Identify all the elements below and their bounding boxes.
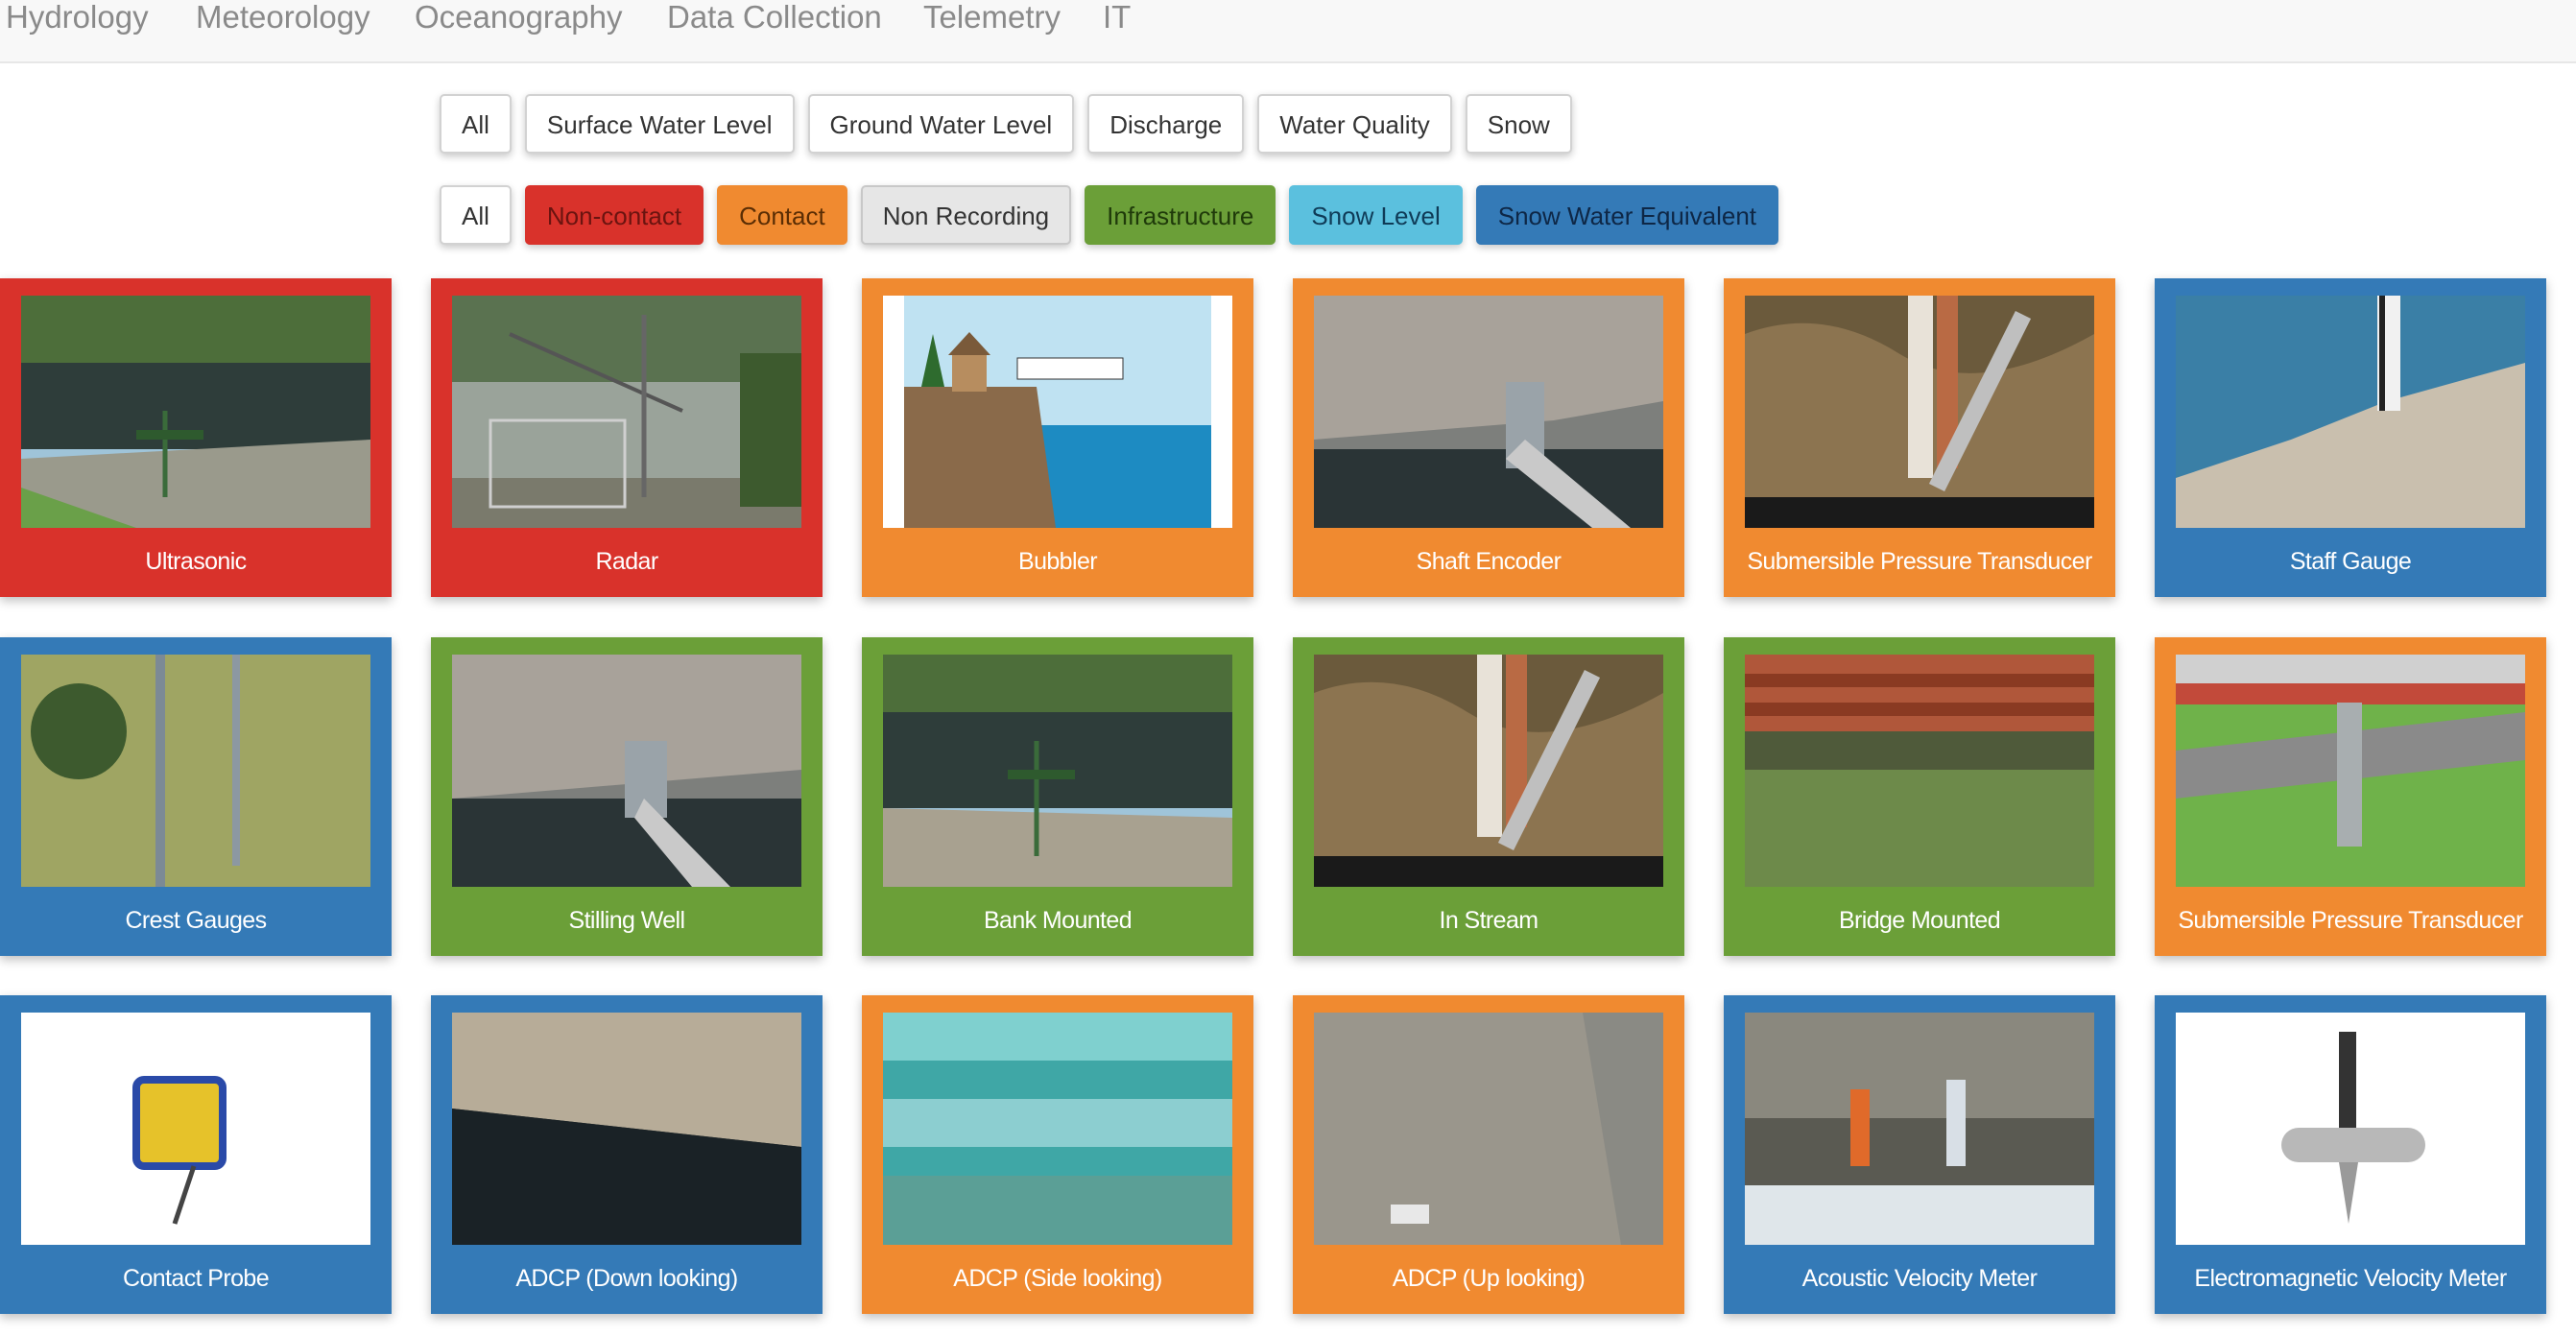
type-filter-group: All Non-contact Contact Non Recording In… xyxy=(440,185,1779,245)
tile-stilling-well[interactable]: Stilling Well xyxy=(431,637,823,956)
bridge-mounted-photo xyxy=(1745,655,2094,887)
tile-shaft-encoder[interactable]: Shaft Encoder xyxy=(1293,278,1684,597)
in-stream-photo xyxy=(1314,655,1663,887)
nav-hydrology[interactable]: Hydrology xyxy=(6,0,149,36)
top-navbar: Hydrology Meteorology Oceanography Data … xyxy=(0,0,2576,63)
tile-label: Staff Gauge xyxy=(2289,548,2412,575)
filter-non-contact[interactable]: Non-contact xyxy=(524,185,704,245)
filter-all-types[interactable]: All xyxy=(440,185,512,245)
filter-surface-water-level[interactable]: Surface Water Level xyxy=(524,94,795,154)
tile-label: Bank Mounted xyxy=(983,907,1133,934)
bank-mounted-photo xyxy=(883,655,1232,887)
filter-non-recording[interactable]: Non Recording xyxy=(860,185,1072,245)
filter-snow-level[interactable]: Snow Level xyxy=(1289,185,1463,245)
nav-it[interactable]: IT xyxy=(1103,0,1131,36)
bubbler-diagram xyxy=(883,296,1232,528)
tile-submersible-pressure-transducer-2[interactable]: Submersible Pressure Transducer xyxy=(2155,637,2546,956)
tile-adcp-down-looking[interactable]: ADCP (Down looking) xyxy=(431,995,823,1314)
tile-adcp-up-looking[interactable]: ADCP (Up looking) xyxy=(1293,995,1684,1314)
tile-bridge-mounted[interactable]: Bridge Mounted xyxy=(1724,637,2115,956)
tile-label: In Stream xyxy=(1439,907,1539,934)
tile-label: Crest Gauges xyxy=(125,907,267,934)
tile-label: ADCP (Side looking) xyxy=(953,1265,1162,1292)
nav-data-collection[interactable]: Data Collection xyxy=(667,0,882,36)
tile-label: Radar xyxy=(595,548,658,575)
tile-ultrasonic[interactable]: Ultrasonic xyxy=(0,278,392,597)
tile-in-stream[interactable]: In Stream xyxy=(1293,637,1684,956)
staff-gauge-photo xyxy=(2176,296,2525,528)
measurement-filter-group: All Surface Water Level Ground Water Lev… xyxy=(440,94,1572,154)
pressure-transducer-photo xyxy=(2176,655,2525,887)
tile-adcp-side-looking[interactable]: ADCP (Side looking) xyxy=(862,995,1253,1314)
tile-label: ADCP (Down looking) xyxy=(515,1265,738,1292)
adcp-down-photo xyxy=(452,1013,801,1245)
contact-probe-photo xyxy=(21,1013,370,1245)
adcp-side-illustration xyxy=(883,1013,1232,1245)
adcp-up-photo xyxy=(1314,1013,1663,1245)
tile-label: Bridge Mounted xyxy=(1838,907,2001,934)
tile-label: Submersible Pressure Transducer xyxy=(2178,907,2523,934)
tile-label: Bubbler xyxy=(1018,548,1098,575)
filter-discharge[interactable]: Discharge xyxy=(1087,94,1245,154)
tile-staff-gauge[interactable]: Staff Gauge xyxy=(2155,278,2546,597)
nav-telemetry[interactable]: Telemetry xyxy=(923,0,1061,36)
filter-snow-water-equivalent[interactable]: Snow Water Equivalent xyxy=(1475,185,1779,245)
shaft-encoder-photo xyxy=(1314,296,1663,528)
tile-bubbler[interactable]: Bubbler xyxy=(862,278,1253,597)
crest-gauge-photo xyxy=(21,655,370,887)
tile-bank-mounted[interactable]: Bank Mounted xyxy=(862,637,1253,956)
tile-label: Shaft Encoder xyxy=(1416,548,1562,575)
radar-photo xyxy=(452,296,801,528)
tile-label: Ultrasonic xyxy=(145,548,247,575)
filter-water-quality[interactable]: Water Quality xyxy=(1257,94,1452,154)
tile-submersible-pressure-transducer-1[interactable]: Submersible Pressure Transducer xyxy=(1724,278,2115,597)
tile-crest-gauges[interactable]: Crest Gauges xyxy=(0,637,392,956)
tile-label: Electromagnetic Velocity Meter xyxy=(2194,1265,2507,1292)
tile-electromagnetic-velocity-meter[interactable]: Electromagnetic Velocity Meter xyxy=(2155,995,2546,1314)
filter-contact[interactable]: Contact xyxy=(717,185,847,245)
filter-ground-water-level[interactable]: Ground Water Level xyxy=(807,94,1075,154)
nav-meteorology[interactable]: Meteorology xyxy=(196,0,370,36)
nav-oceanography[interactable]: Oceanography xyxy=(415,0,622,36)
em-velocity-photo xyxy=(2176,1013,2525,1245)
tile-radar[interactable]: Radar xyxy=(431,278,823,597)
tile-label: Acoustic Velocity Meter xyxy=(1801,1265,2038,1292)
tile-label: Submersible Pressure Transducer xyxy=(1747,548,2092,575)
tile-label: Contact Probe xyxy=(122,1265,270,1292)
tile-contact-probe[interactable]: Contact Probe xyxy=(0,995,392,1314)
filter-all-measurements[interactable]: All xyxy=(440,94,512,154)
filter-snow[interactable]: Snow xyxy=(1465,94,1572,154)
stilling-well-photo xyxy=(452,655,801,887)
ultrasonic-photo xyxy=(21,296,370,528)
tile-label: ADCP (Up looking) xyxy=(1392,1265,1586,1292)
acoustic-velocity-photo xyxy=(1745,1013,2094,1245)
pressure-transducer-photo xyxy=(1745,296,2094,528)
filter-infrastructure[interactable]: Infrastructure xyxy=(1085,185,1276,245)
tile-acoustic-velocity-meter[interactable]: Acoustic Velocity Meter xyxy=(1724,995,2115,1314)
tile-label: Stilling Well xyxy=(568,907,686,934)
